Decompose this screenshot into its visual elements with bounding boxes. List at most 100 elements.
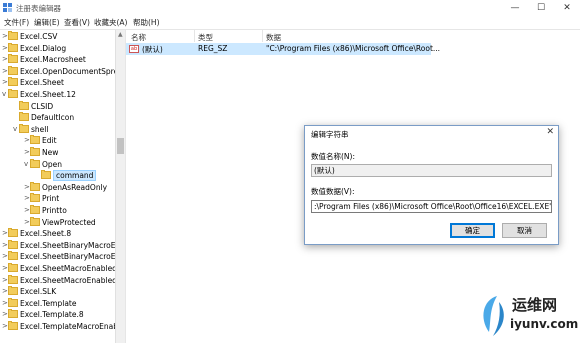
tree-item[interactable]: > Excel.Template [0,297,115,309]
chevron-down-icon[interactable]: v [2,89,6,100]
column-separator[interactable] [262,30,263,42]
menu-view[interactable]: 查看(V) [64,17,90,28]
tree-scrollbar[interactable]: ▲ [115,30,125,343]
menu-file[interactable]: 文件(F) [4,17,29,28]
chevron-right-icon[interactable]: > [2,263,8,274]
chevron-right-icon[interactable]: > [2,43,8,54]
tree-item[interactable]: > Excel.SheetBinaryMacroEnabl [0,251,115,262]
value-name-field[interactable]: (默认) [311,164,552,177]
folder-icon [8,239,18,249]
title-bar: 注册表编辑器 — ☐ ✕ [0,0,580,16]
tree-item[interactable]: > Excel.SLK [0,286,115,297]
tree-item[interactable]: > Excel.OpenDocumentSpreadsh [0,65,115,77]
column-separator[interactable] [194,30,195,42]
tree-item[interactable]: v Open [0,158,115,170]
tree-scrollbar-thumb[interactable] [117,138,124,154]
scroll-up-arrow-icon[interactable]: ▲ [118,31,123,38]
tree-item[interactable]: > OpenAsReadOnly [0,181,115,193]
tree-item[interactable]: > Edit [0,135,115,146]
column-header-data[interactable]: 数据 [266,32,281,43]
folder-icon [30,135,40,145]
ok-button[interactable]: 确定 [450,223,495,238]
tree-item[interactable]: > Excel.CSV [0,31,115,42]
value-type: REG_SZ [198,44,228,53]
folder-icon [8,31,18,40]
folder-icon [41,170,51,180]
tree-item-label: Excel.Sheet [20,78,64,88]
chevron-right-icon[interactable]: > [2,275,8,286]
column-header-type[interactable]: 类型 [198,32,213,43]
chevron-right-icon[interactable]: > [2,77,8,88]
folder-icon [8,286,18,296]
chevron-right-icon[interactable]: > [2,298,8,309]
chevron-right-icon[interactable]: > [2,309,8,320]
chevron-right-icon[interactable]: > [2,251,8,262]
tree-item-label: CLSID [31,101,54,111]
chevron-right-icon[interactable]: > [24,182,30,193]
dialog-close-icon[interactable]: ✕ [546,127,554,137]
chevron-down-icon[interactable]: v [24,159,28,170]
chevron-right-icon[interactable]: > [2,228,8,239]
chevron-right-icon[interactable]: > [24,205,30,216]
tree-item-label: shell [31,124,49,134]
tree-item-label: Excel.TemplateMacroEnabled [20,322,115,331]
column-header-name[interactable]: 名称 [131,32,146,43]
tree-item[interactable]: > Printto [0,205,115,216]
folder-icon [8,297,18,307]
value-name: (默认) [142,45,163,54]
value-data-label: 数值数据(V): [311,187,355,196]
chevron-right-icon[interactable]: > [2,54,8,65]
minimize-button[interactable]: — [502,0,528,16]
chevron-down-icon[interactable]: v [13,124,17,135]
registry-app-icon [3,3,12,12]
tree-item[interactable]: > Excel.Sheet [0,77,115,88]
close-button[interactable]: ✕ [554,0,580,16]
value-data-input[interactable]: :\Program Files (x86)\Microsoft Office\R… [311,200,552,213]
chevron-right-icon[interactable]: > [24,147,30,158]
menu-favorites[interactable]: 收藏夹(A) [94,17,127,28]
registry-editor-window: 注册表编辑器 — ☐ ✕ 文件(F) 编辑(E) 查看(V) 收藏夹(A) 帮助… [0,0,580,343]
window-title: 注册表编辑器 [16,4,61,13]
tree-item[interactable]: > Excel.Dialog [0,42,115,54]
tree-item[interactable]: > Excel.Sheet.8 [0,228,115,239]
tree-item[interactable]: CLSID [0,100,115,112]
cancel-button[interactable]: 取消 [502,223,547,238]
folder-icon [30,181,40,191]
tree-item-label: OpenAsReadOnly [42,182,108,192]
tree-item[interactable]: > Print [0,193,115,204]
folder-icon [19,123,29,133]
tree-item[interactable]: > Excel.SheetMacroEnabled.12 [0,274,115,286]
tree-item[interactable]: v shell [0,123,115,135]
tree-item[interactable]: DefaultIcon [0,112,115,123]
chevron-right-icon[interactable]: > [2,31,8,42]
tree-item[interactable]: > Excel.SheetBinaryMacroEnabl [0,239,115,251]
folder-icon [8,263,18,272]
chevron-right-icon[interactable]: > [2,321,8,332]
tree-item[interactable]: v Excel.Sheet.12 [0,89,115,100]
tree-item[interactable]: > Excel.SheetMacroEnabled [0,263,115,274]
tree-item[interactable]: > ViewProtected [0,216,115,228]
chevron-right-icon[interactable]: > [2,286,8,297]
tree-item-label: Excel.CSV [20,32,58,41]
tree-item[interactable]: command [0,170,115,182]
tree-item[interactable]: > New [0,147,115,158]
folder-icon [30,147,40,156]
dialog-title: 编辑字符串 [311,130,349,139]
maximize-button[interactable]: ☐ [528,0,554,16]
string-value-icon: ab [129,45,139,53]
chevron-right-icon[interactable]: > [24,193,30,204]
tree-item[interactable]: > Excel.TemplateMacroEnabled [0,321,115,332]
tree-item-label: Excel.SheetBinaryMacroEnabl [20,252,115,262]
chevron-right-icon[interactable]: > [2,240,8,251]
menu-edit[interactable]: 编辑(E) [34,17,60,28]
menu-help[interactable]: 帮助(H) [133,17,160,28]
watermark-text-en: iyunv.com [510,317,579,331]
chevron-right-icon[interactable]: > [24,135,30,146]
tree-item-label: ViewProtected [42,217,96,227]
tree-item[interactable]: > Excel.Macrosheet [0,54,115,65]
chevron-right-icon[interactable]: > [24,217,30,228]
value-row[interactable]: ab (默认) REG_SZ "C:\Program Files (x86)\M… [126,43,440,55]
tree-item[interactable]: > Excel.Template.8 [0,309,115,320]
chevron-right-icon[interactable]: > [2,66,8,77]
tree-item-label: Excel.SLK [20,287,57,297]
